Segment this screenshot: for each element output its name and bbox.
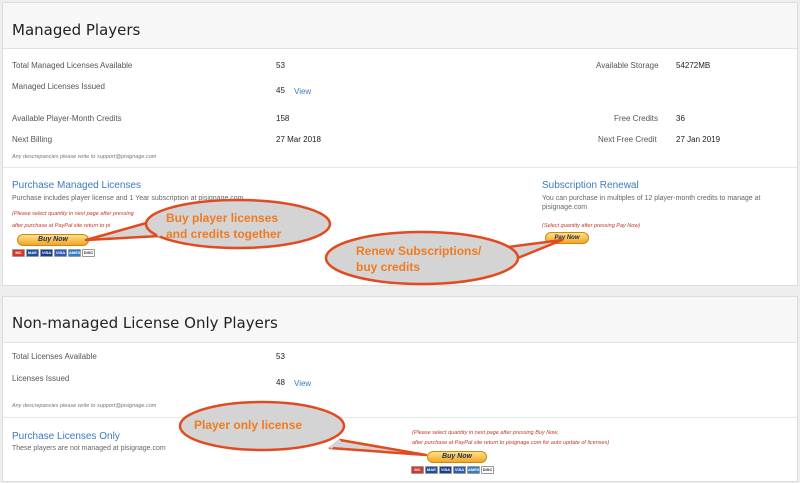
callout-line: and credits together: [166, 227, 282, 241]
callout-line: buy credits: [356, 260, 421, 274]
callout-text-player-only: Player only license: [194, 418, 303, 432]
callout-line: Buy player licenses: [166, 211, 279, 225]
callout-text-buy: Buy player licenses and credits together: [166, 210, 281, 242]
callout-overlay: [84, 198, 564, 457]
callout-text-renew: Renew Subscriptions/ buy credits: [356, 243, 481, 275]
callout-line: Renew Subscriptions/: [356, 244, 482, 258]
